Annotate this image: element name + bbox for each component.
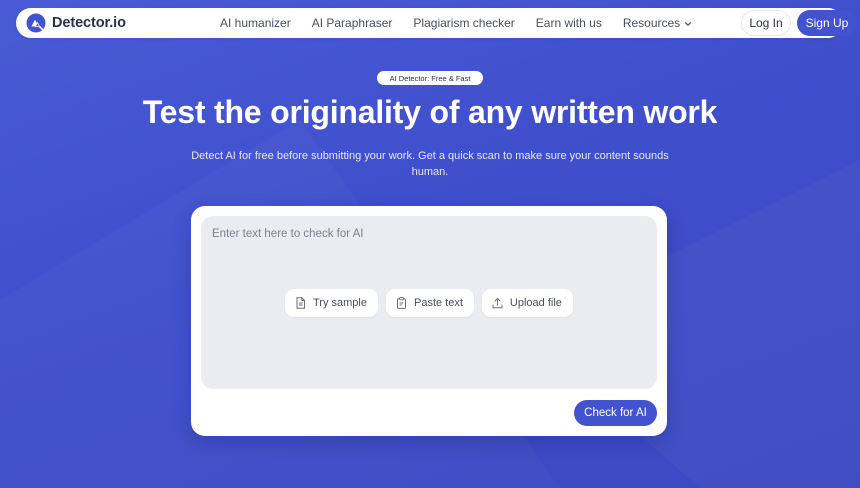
top-navbar: Detector.io AI humanizer AI Paraphraser … [16, 8, 857, 38]
paste-icon [397, 297, 406, 309]
nav-link-resources-label: Resources [622, 16, 681, 30]
hero-badge: AI Detector: Free & Fast [377, 71, 483, 85]
hero-subtitle: Detect AI for free before submitting you… [191, 150, 669, 178]
paste-text-button[interactable]: Paste text [386, 289, 474, 317]
upload-file-button[interactable]: Upload file [481, 289, 573, 317]
try-sample-button[interactable]: Try sample [285, 289, 378, 317]
nav-link-ai-humanizer[interactable]: AI humanizer [220, 16, 291, 30]
chevron-down-icon [685, 22, 692, 26]
ai-checker-card: Try sample Paste text Upload file Check … [191, 206, 667, 436]
nav-link-resources[interactable]: Resources [623, 16, 692, 30]
shield-magnifier-logo-icon [26, 13, 46, 33]
login-button[interactable]: Log In [741, 10, 791, 36]
main-nav: AI humanizer AI Paraphraser Plagiarism c… [220, 8, 692, 38]
upload-file-label: Upload file [509, 297, 562, 309]
brand-name: Detector.io [52, 15, 126, 31]
page-title: Test the originality of any written work [142, 94, 718, 130]
signup-button[interactable]: Sign Up [797, 10, 857, 36]
paste-text-label: Paste text [414, 297, 463, 309]
nav-link-ai-paraphraser[interactable]: AI Paraphraser [312, 16, 393, 30]
upload-icon [492, 298, 503, 309]
brand[interactable]: Detector.io [26, 13, 126, 33]
nav-link-plagiarism-checker[interactable]: Plagiarism checker [413, 16, 514, 30]
check-for-ai-button[interactable]: Check for AI [574, 400, 657, 426]
nav-link-earn-with-us[interactable]: Earn with us [536, 16, 602, 30]
try-sample-label: Try sample [313, 297, 367, 309]
input-actions: Try sample Paste text Upload file [285, 289, 573, 317]
document-icon [296, 297, 305, 309]
